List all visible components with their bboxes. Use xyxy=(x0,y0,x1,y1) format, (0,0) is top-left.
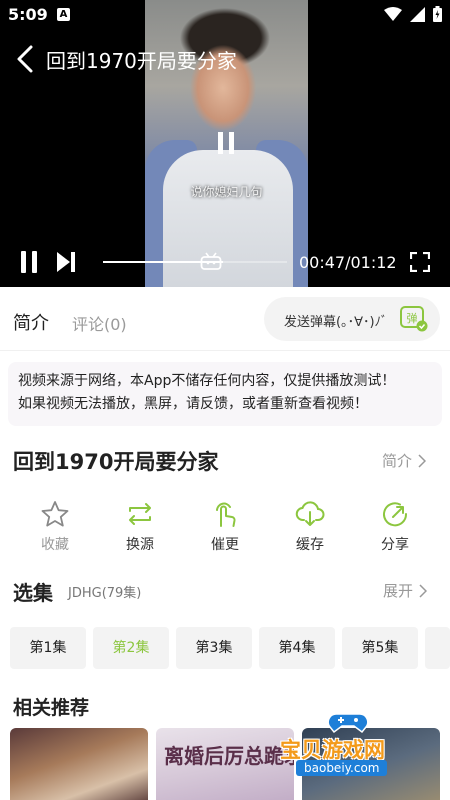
episode-item[interactable]: 第3集 xyxy=(176,627,252,669)
progress-bar[interactable] xyxy=(103,261,287,263)
action-bar: 收藏 换源 催更 缓存 分享 xyxy=(0,496,450,556)
intro-link[interactable]: 简介 xyxy=(382,450,427,471)
related-heading: 相关推荐 xyxy=(13,697,90,719)
favorite-button[interactable]: 收藏 xyxy=(25,496,85,556)
notification-icon: A xyxy=(57,8,70,21)
episodes-heading: 选集 xyxy=(13,581,53,605)
expand-label: 展开 xyxy=(383,582,414,600)
urge-update-icon xyxy=(216,502,236,527)
switch-source-button[interactable]: 换源 xyxy=(110,496,170,556)
intro-link-label: 简介 xyxy=(382,452,413,470)
wifi-icon xyxy=(384,7,402,21)
chevron-right-icon xyxy=(419,583,428,598)
tab-intro[interactable]: 简介 xyxy=(13,309,49,335)
center-pause-icon[interactable] xyxy=(216,132,236,154)
status-bar: 5:09 A xyxy=(0,0,450,30)
chevron-right-icon xyxy=(418,453,427,468)
download-cache-icon xyxy=(295,501,325,526)
related-poster[interactable]: 离婚后厉总跪求 xyxy=(156,728,294,800)
related-poster[interactable] xyxy=(10,728,148,800)
show-title: 回到1970开局要分家 xyxy=(13,450,219,474)
video-title: 回到1970开局要分家 xyxy=(46,49,237,73)
watermark-url: baobeiy.com xyxy=(296,760,388,776)
pause-icon[interactable] xyxy=(20,251,38,273)
status-time: 5:09 xyxy=(8,5,48,24)
poster-title: 离婚后厉总跪求 xyxy=(164,744,294,768)
playback-time: 00:47/01:12 xyxy=(299,253,397,272)
notice-line-1: 视频来源于网络，本App不储存任何内容，仅提供播放测试！ xyxy=(18,373,396,389)
progress-thumb-tv-icon[interactable] xyxy=(200,252,222,270)
episode-item[interactable]: 第1集 xyxy=(10,627,86,669)
episode-item[interactable]: 第2集 xyxy=(93,627,169,669)
danmu-toggle-icon[interactable]: 弹 xyxy=(400,306,428,332)
switch-source-label: 换源 xyxy=(126,537,154,553)
episode-item[interactable]: 第5集 xyxy=(342,627,418,669)
video-subtitle: 说你媳妇几句 xyxy=(190,185,263,199)
share-icon xyxy=(383,502,408,527)
urge-update-label: 催更 xyxy=(211,537,239,553)
star-icon xyxy=(41,501,69,527)
danmu-input[interactable]: 发送弹幕(｡･∀･)ﾉﾞ 弹 xyxy=(264,297,440,341)
expand-episodes-link[interactable]: 展开 xyxy=(383,580,428,601)
danmu-placeholder: 发送弹幕(｡･∀･)ﾉﾞ xyxy=(284,315,388,330)
gamepad-logo-icon xyxy=(327,713,369,734)
disclaimer-notice: 视频来源于网络，本App不储存任何内容，仅提供播放测试！ 如果视频无法播放，黑屏… xyxy=(8,362,442,426)
share-label: 分享 xyxy=(381,537,409,553)
episode-list: 第1集 第2集 第3集 第4集 第5集 xyxy=(10,627,450,669)
fullscreen-icon[interactable] xyxy=(410,252,430,272)
battery-icon xyxy=(433,6,442,22)
notice-line-2: 如果视频无法播放，黑屏，请反馈，或者重新查看视频！ xyxy=(18,396,368,412)
urge-update-button[interactable]: 催更 xyxy=(195,496,255,556)
episode-item[interactable]: 第4集 xyxy=(259,627,335,669)
video-player[interactable]: 说你媳妇几句 5:09 A 回到1970开局要分家 00:47/01:12 xyxy=(0,0,450,287)
cache-button[interactable]: 缓存 xyxy=(280,496,340,556)
detail-tabs: 简介 评论(0) 发送弹幕(｡･∀･)ﾉﾞ 弹 xyxy=(0,287,450,351)
share-button[interactable]: 分享 xyxy=(365,496,425,556)
cache-label: 缓存 xyxy=(296,537,324,553)
tab-comments[interactable]: 评论(0) xyxy=(72,311,127,335)
site-watermark: 宝贝游戏网 baobeiy.com xyxy=(276,708,426,778)
signal-icon xyxy=(410,6,425,22)
back-arrow-icon[interactable] xyxy=(14,44,38,74)
switch-source-icon xyxy=(129,503,151,525)
episodes-source[interactable]: JDHG(79集) xyxy=(68,582,141,601)
next-episode-icon[interactable] xyxy=(55,251,77,273)
favorite-label: 收藏 xyxy=(41,537,69,553)
episode-item-partial[interactable] xyxy=(425,627,450,669)
video-figure-shirt xyxy=(163,150,293,287)
svg-text:弹: 弹 xyxy=(407,311,418,325)
